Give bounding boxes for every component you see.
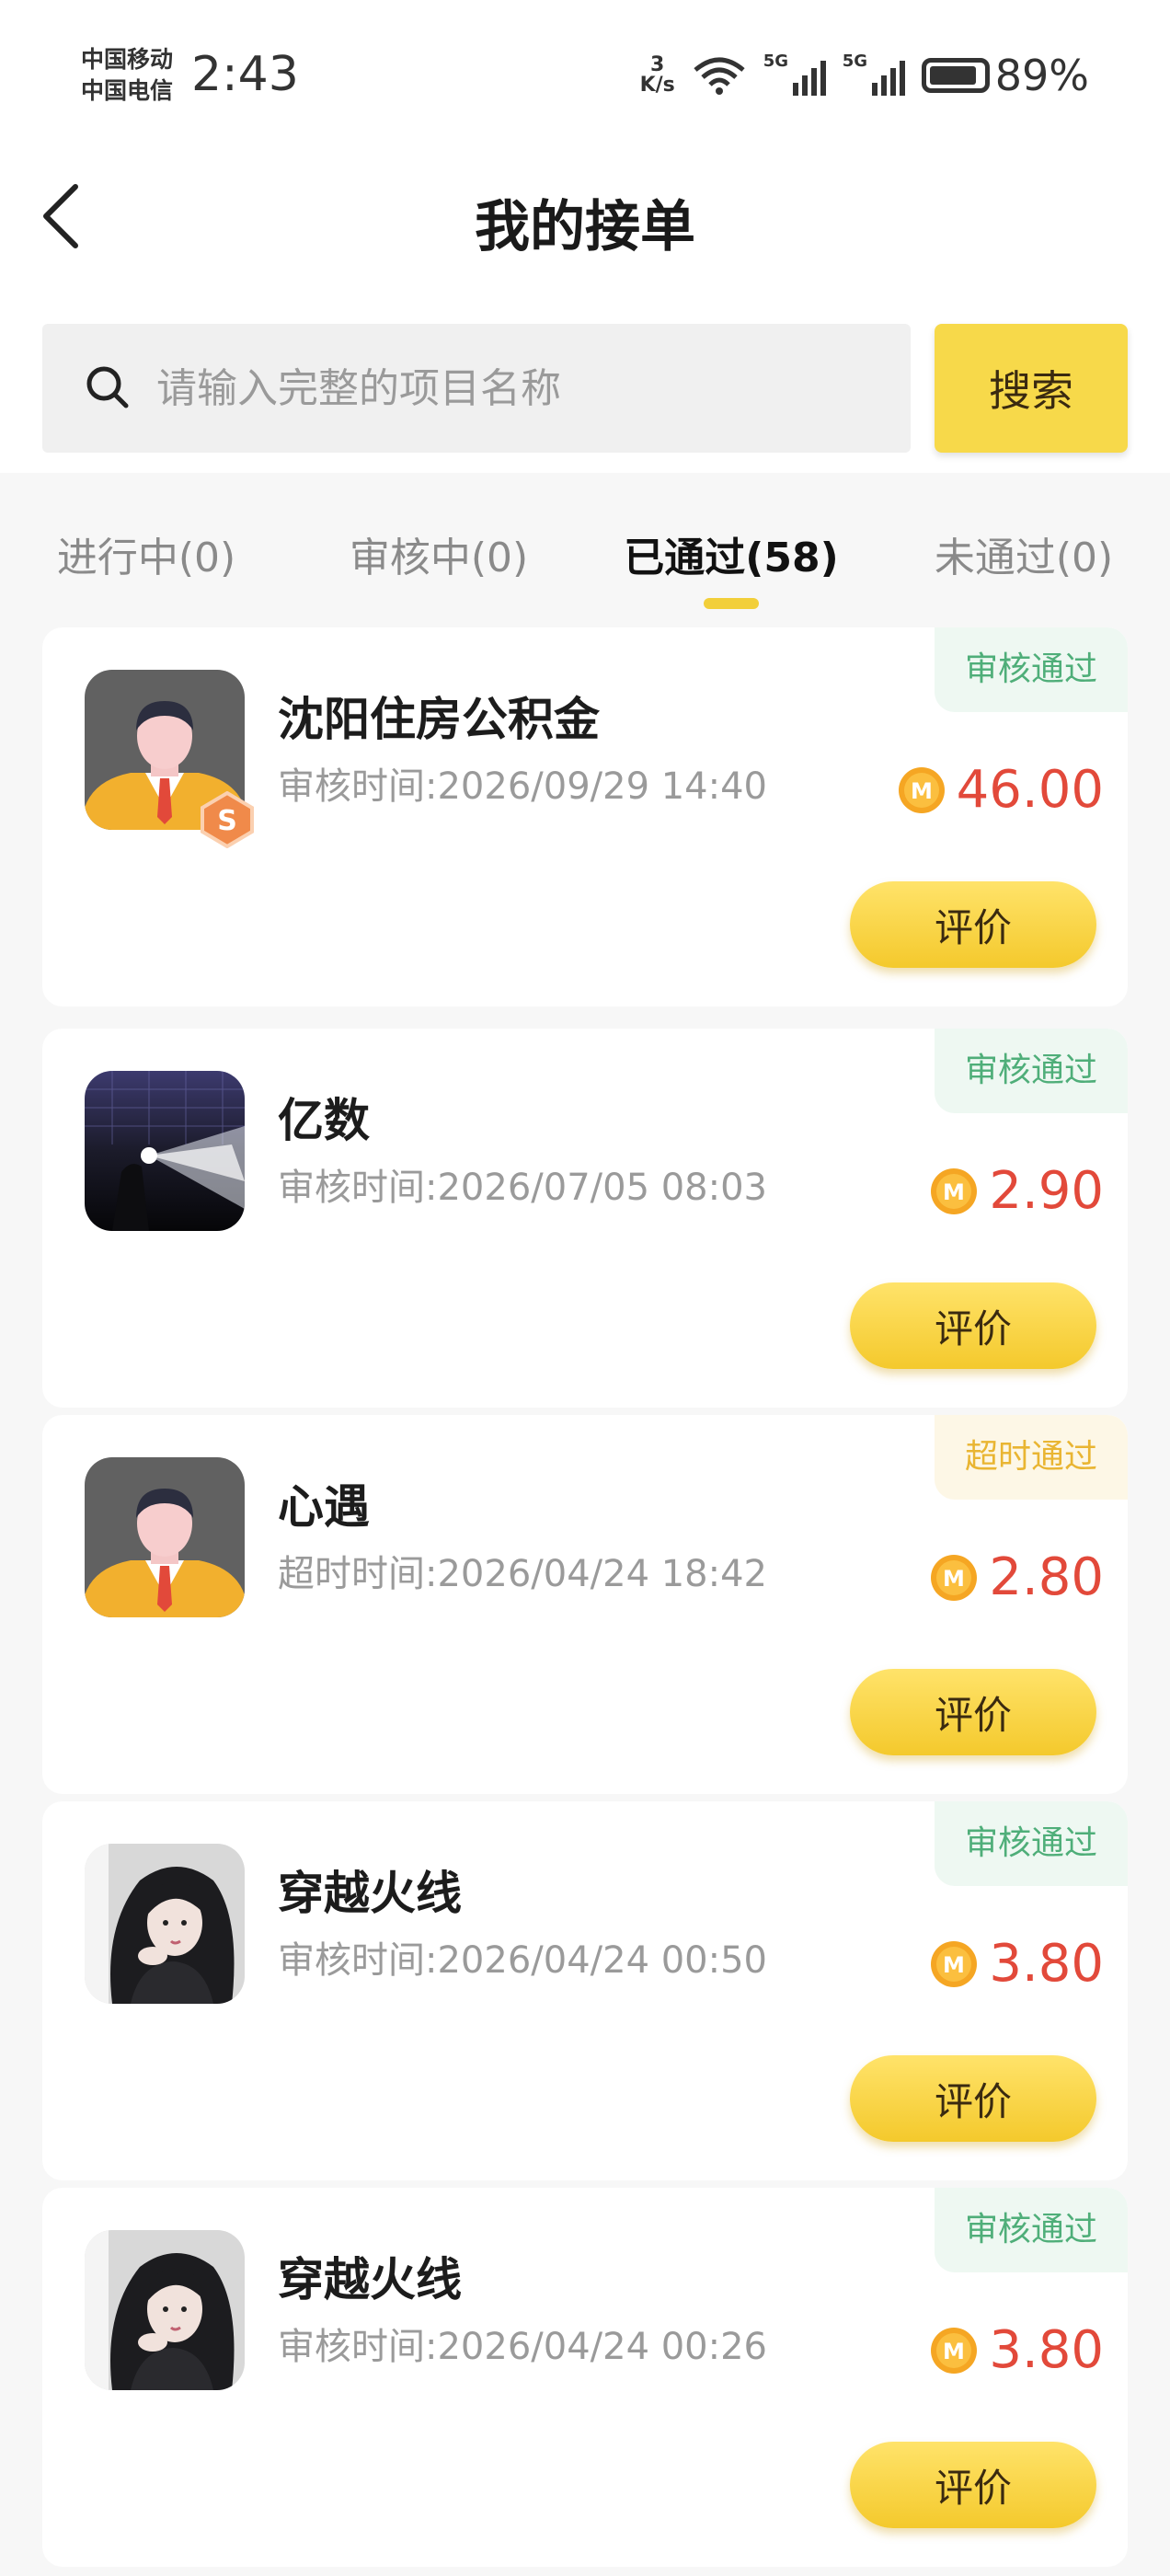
network-speed: 3 K/s bbox=[639, 53, 675, 97]
svg-text:M: M bbox=[911, 778, 933, 804]
avatar-light-photo bbox=[85, 1071, 245, 1231]
avatar-girl-photo bbox=[85, 1844, 245, 2004]
avatar bbox=[85, 1457, 245, 1617]
order-card[interactable]: S 沈阳住房公积金 审核时间:2026/09/29 14:40 审核通过 M 4… bbox=[42, 627, 1128, 1006]
review-time: 审核时间:2026/09/29 14:40 bbox=[278, 765, 768, 808]
reward-amount: 3.80 bbox=[989, 2320, 1104, 2380]
search-icon bbox=[86, 366, 129, 408]
reward: M 2.80 bbox=[930, 1547, 1104, 1607]
review-time: 审核时间:2026/04/24 00:26 bbox=[278, 2326, 768, 2368]
status-badge: 审核通过 bbox=[935, 1801, 1128, 1886]
status-bar: 中国移动 中国电信 2:43 3 K/s 5G 5G 89% bbox=[0, 0, 1170, 147]
rate-button[interactable]: 评价 bbox=[850, 1669, 1096, 1755]
reward-amount: 3.80 bbox=[989, 1934, 1104, 1994]
reward: M 3.80 bbox=[930, 2320, 1104, 2380]
tab-under-review[interactable]: 审核中(0) bbox=[292, 473, 585, 620]
overtime-time: 超时时间:2026/04/24 18:42 bbox=[278, 1553, 768, 1595]
status-tabs: 进行中(0) 审核中(0) 已通过(58) 未通过(0) bbox=[0, 473, 1170, 620]
coin-icon: M bbox=[931, 1940, 978, 1987]
order-card[interactable]: 穿越火线 审核时间:2026/04/24 00:26 审核通过 M 3.80 评… bbox=[42, 2188, 1128, 2567]
order-card[interactable]: 亿数 审核时间:2026/07/05 08:03 审核通过 M 2.90 评价 bbox=[42, 1029, 1128, 1408]
status-badge: 超时通过 bbox=[935, 1415, 1128, 1500]
coin-icon: M bbox=[898, 766, 945, 813]
battery-percent: 89% bbox=[994, 51, 1089, 100]
avatar bbox=[85, 1844, 245, 2004]
search-row: 搜索 bbox=[0, 285, 1170, 473]
review-time: 审核时间:2026/07/05 08:03 bbox=[278, 1167, 768, 1209]
status-badge: 审核通过 bbox=[935, 1029, 1128, 1113]
reward: M 2.90 bbox=[930, 1161, 1104, 1221]
reward-amount: 2.80 bbox=[989, 1547, 1104, 1607]
vip-s-badge-icon: S bbox=[201, 791, 254, 848]
avatar bbox=[85, 1071, 245, 1231]
coin-icon: M bbox=[931, 1554, 978, 1601]
signal-icon-2: 5G bbox=[843, 52, 905, 96]
reward: M 3.80 bbox=[930, 1934, 1104, 1994]
rate-button[interactable]: 评价 bbox=[850, 2442, 1096, 2528]
project-name: 穿越火线 bbox=[278, 2253, 462, 2306]
reward-amount: 46.00 bbox=[956, 760, 1104, 820]
rate-button[interactable]: 评价 bbox=[850, 2055, 1096, 2142]
reward-amount: 2.90 bbox=[989, 1161, 1104, 1221]
status-icons: 3 K/s 5G 5G 89% bbox=[640, 48, 1089, 103]
search-button[interactable]: 搜索 bbox=[935, 324, 1128, 453]
page-title: 我的接单 bbox=[475, 195, 695, 259]
tab-in-progress[interactable]: 进行中(0) bbox=[0, 473, 292, 620]
reward: M 46.00 bbox=[898, 760, 1104, 820]
coin-icon: M bbox=[931, 2327, 978, 2374]
svg-text:M: M bbox=[943, 1952, 965, 1978]
project-name: 沈阳住房公积金 bbox=[278, 693, 600, 746]
status-badge: 审核通过 bbox=[935, 2188, 1128, 2272]
tab-rejected[interactable]: 未通过(0) bbox=[878, 473, 1170, 620]
clock: 2:43 bbox=[191, 47, 299, 102]
rate-button[interactable]: 评价 bbox=[850, 1282, 1096, 1369]
review-time: 审核时间:2026/04/24 00:50 bbox=[278, 1939, 768, 1982]
signal-icon-1: 5G bbox=[763, 52, 826, 96]
project-name: 穿越火线 bbox=[278, 1867, 462, 1920]
coin-icon: M bbox=[931, 1167, 978, 1214]
rate-button[interactable]: 评价 bbox=[850, 881, 1096, 968]
status-badge: 审核通过 bbox=[935, 627, 1128, 712]
wifi-icon bbox=[694, 57, 745, 95]
avatar-man-icon bbox=[85, 1457, 245, 1617]
order-card[interactable]: 心遇 超时时间:2026/04/24 18:42 超时通过 M 2.80 评价 bbox=[42, 1415, 1128, 1794]
search-input[interactable] bbox=[156, 324, 874, 453]
avatar-girl-photo bbox=[85, 2230, 245, 2390]
battery-icon: 89% bbox=[921, 51, 1089, 100]
project-name: 心遇 bbox=[278, 1480, 370, 1534]
svg-text:S: S bbox=[217, 805, 237, 837]
svg-text:M: M bbox=[943, 1566, 965, 1592]
project-name: 亿数 bbox=[278, 1094, 370, 1147]
carrier-2: 中国电信 bbox=[81, 77, 174, 104]
order-card[interactable]: 穿越火线 审核时间:2026/04/24 00:50 审核通过 M 3.80 评… bbox=[42, 1801, 1128, 2180]
carrier-names: 中国移动 中国电信 bbox=[81, 44, 173, 107]
carrier-1: 中国移动 bbox=[81, 46, 174, 73]
svg-text:M: M bbox=[943, 1179, 965, 1205]
search-box[interactable] bbox=[42, 324, 911, 453]
avatar bbox=[85, 2230, 245, 2390]
svg-text:M: M bbox=[943, 2339, 965, 2364]
nav-header: 我的接单 bbox=[0, 147, 1170, 285]
tab-approved[interactable]: 已通过(58) bbox=[585, 473, 878, 620]
